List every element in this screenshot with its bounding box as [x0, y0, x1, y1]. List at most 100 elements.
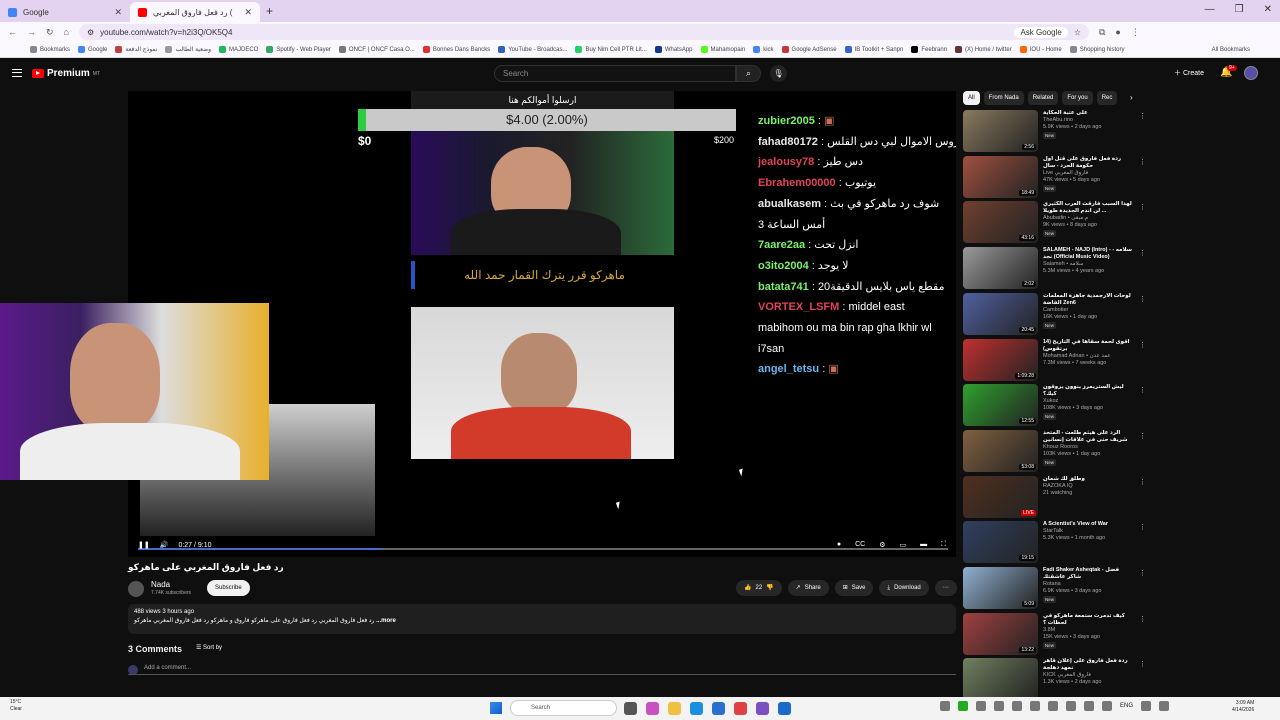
recommended-video[interactable]: 5:09 Fadi Shaker Asheqtak - فضل شاكر عاشق… [963, 567, 1273, 609]
bookmark-item[interactable]: IB TooIkit + Sanpn [844, 46, 903, 53]
chat-username[interactable]: jealousy78 [758, 156, 814, 168]
discord-icon[interactable] [756, 702, 769, 715]
more-options-icon[interactable]: ⋮ [1139, 432, 1146, 440]
steam-icon[interactable] [778, 702, 791, 715]
back-icon[interactable]: ← [8, 27, 17, 37]
filter-chip[interactable]: All [963, 91, 980, 105]
channel-name[interactable]: Nada [151, 580, 170, 589]
more-options-icon[interactable]: ⋮ [1139, 660, 1146, 668]
minimize-icon[interactable]: — [1205, 4, 1215, 15]
chat-username[interactable]: o3ito2004 [758, 260, 809, 272]
new-tab-icon[interactable]: + [266, 4, 273, 18]
video-thumbnail[interactable]: 13:22 [963, 612, 1038, 655]
chat-username[interactable]: Ebrahem00000 [758, 177, 836, 189]
filter-chip[interactable]: For you [1062, 91, 1093, 105]
settings-gear-icon[interactable]: ⚙ [879, 541, 885, 549]
tab-google[interactable]: Google ✕ [0, 2, 130, 22]
video-title[interactable]: لوحات الأرجمدية جاهزة المعلمات الفاضة Ze… [1043, 293, 1133, 307]
more-options-icon[interactable]: ⋮ [1139, 386, 1146, 394]
bookmark-item[interactable]: Feebrann [911, 46, 947, 53]
video-title[interactable]: على عتبة الحكاية [1043, 110, 1133, 117]
channel-name[interactable]: RAZOKA IQ [1043, 483, 1133, 490]
task-view-icon[interactable] [624, 702, 637, 715]
download-button[interactable]: ⤓ Download [879, 580, 929, 596]
bookmark-item[interactable]: MAJDECO [219, 46, 258, 53]
close-window-icon[interactable]: ✕ [1264, 4, 1272, 15]
video-thumbnail[interactable]: 1:09:28 [963, 338, 1038, 381]
subscribe-button[interactable]: Subscribe [207, 580, 250, 596]
chat-username[interactable]: zubier2005 [758, 115, 815, 127]
more-options-icon[interactable]: ⋮ [1139, 158, 1146, 166]
channel-name[interactable]: Mohamad Adnan • عمد عدن [1043, 353, 1133, 360]
video-thumbnail[interactable] [963, 658, 1038, 701]
more-options-icon[interactable]: ⋮ [1139, 112, 1146, 120]
recommended-video[interactable]: ردة فعل فاروق على إعلان قاهر نمهد دهلجة K… [963, 658, 1273, 701]
tray-app-icon[interactable] [976, 701, 986, 711]
bookmark-item[interactable]: ONCF | ONCF Casa O... [338, 46, 415, 53]
video-title[interactable]: Fadi Shaker Asheqtak - فضل شاكر عاشقتك [1043, 567, 1133, 581]
channel-name[interactable]: 3.8M [1043, 627, 1133, 634]
site-info-icon[interactable]: ⚙ [87, 28, 94, 37]
chat-username[interactable]: angel_tetsu [758, 363, 819, 375]
ask-google-button[interactable]: Ask Google [1014, 26, 1068, 38]
volume-icon[interactable]: 🔊 [160, 541, 169, 549]
recommended-video[interactable]: 20:45 لوحات الأرجمدية جاهزة المعلمات الفا… [963, 292, 1273, 335]
video-thumbnail[interactable]: LIVE [963, 475, 1038, 518]
tray-app-icon[interactable] [1066, 701, 1076, 711]
video-title[interactable]: أقوى لحمة سقاها في التاريخ (14 برتقوس) [1043, 339, 1133, 353]
save-button[interactable]: ⊞ Save [834, 580, 874, 596]
thumbs-down-icon[interactable]: 👎 [766, 580, 773, 596]
more-actions-icon[interactable]: ⋯ [934, 580, 957, 596]
clock[interactable]: 3:09 AM 4/14/2026 [1232, 700, 1254, 714]
channel-name[interactable]: Live فاروق المغربي [1043, 170, 1133, 177]
bookmark-star-icon[interactable]: ☆ [1074, 28, 1081, 37]
pause-icon[interactable]: ❚❚ [138, 541, 150, 549]
close-icon[interactable]: ✕ [114, 7, 122, 18]
recommended-video[interactable]: 1:09:28 أقوى لحمة سقاها في التاريخ (14 بر… [963, 338, 1273, 381]
share-button[interactable]: ↗ Share [787, 580, 829, 596]
channel-name[interactable]: StarTalk [1043, 528, 1133, 535]
tray-app-icon[interactable] [940, 701, 950, 711]
file-explorer-icon[interactable] [668, 702, 681, 715]
bookmark-item[interactable]: نموذج الدفعة [115, 46, 157, 53]
fullscreen-icon[interactable]: ⛶ [941, 541, 946, 549]
forward-icon[interactable]: → [27, 27, 36, 37]
video-thumbnail[interactable]: 2:02 [963, 247, 1038, 290]
chevron-right-icon[interactable]: › [1130, 93, 1133, 102]
chat-username[interactable]: abualkasem [758, 198, 821, 210]
recommended-video[interactable]: 19:15 A Scientist's View of War StarTalk 5.… [963, 521, 1273, 564]
chrome-icon[interactable] [734, 702, 747, 715]
bookmark-item[interactable]: Buy Nim Cell PTR Lit... [575, 46, 647, 53]
video-title[interactable]: ردة فعل فاروق على قتل اول حكومة الحرد - … [1043, 156, 1133, 170]
bookmark-item[interactable]: وضعية الطالب [165, 46, 211, 53]
more-options-icon[interactable]: ⋮ [1139, 523, 1146, 531]
menu-hamburger-icon[interactable] [12, 69, 22, 77]
copilot-icon[interactable] [646, 702, 659, 715]
theater-icon[interactable]: ▬ [920, 541, 927, 549]
video-title[interactable]: الرد على هيثم طلعت - المتحد شريف حتى في … [1043, 430, 1133, 444]
tray-app-icon[interactable] [1012, 701, 1022, 711]
filter-chip[interactable]: From Nada [983, 91, 1024, 105]
captions-icon[interactable]: CC [855, 541, 865, 549]
video-thumbnail[interactable]: 43:16 [963, 201, 1038, 244]
more-options-icon[interactable]: ⋮ [1139, 249, 1146, 257]
weather-widget[interactable]: 15°C Clear [10, 699, 22, 713]
autoplay-icon[interactable]: ● [837, 541, 841, 549]
filter-chip[interactable]: Rec [1096, 91, 1118, 105]
extensions-icon[interactable]: ⧉ [1099, 27, 1105, 38]
more-options-icon[interactable]: ⋮ [1139, 341, 1146, 349]
video-thumbnail[interactable]: 18:49 [963, 155, 1038, 198]
mic-icon[interactable]: 🎙 [770, 65, 787, 82]
more-link[interactable]: ...more [376, 618, 396, 624]
profile-icon[interactable]: ● [1115, 27, 1120, 37]
video-title[interactable]: SALAMEH - NAJD (Intro) - سلامه - نجد (Of… [1043, 247, 1133, 261]
language-indicator[interactable]: ENG [1120, 703, 1133, 709]
channel-name[interactable]: Salameh • سلامه [1043, 261, 1133, 268]
bookmark-item[interactable]: Bonnes Dans Bancks [422, 46, 490, 53]
bookmark-item[interactable]: WhatsApp [654, 46, 693, 53]
bookmark-item[interactable]: Google [78, 46, 107, 53]
omnibox[interactable]: ⚙ youtube.com/watch?v=h2i3Q/OK5Q4 Ask Go… [78, 24, 1089, 40]
miniplayer-icon[interactable]: ▭ [899, 541, 906, 549]
video-thumbnail[interactable]: 2:56 [963, 110, 1038, 152]
close-icon[interactable]: ✕ [244, 7, 252, 18]
